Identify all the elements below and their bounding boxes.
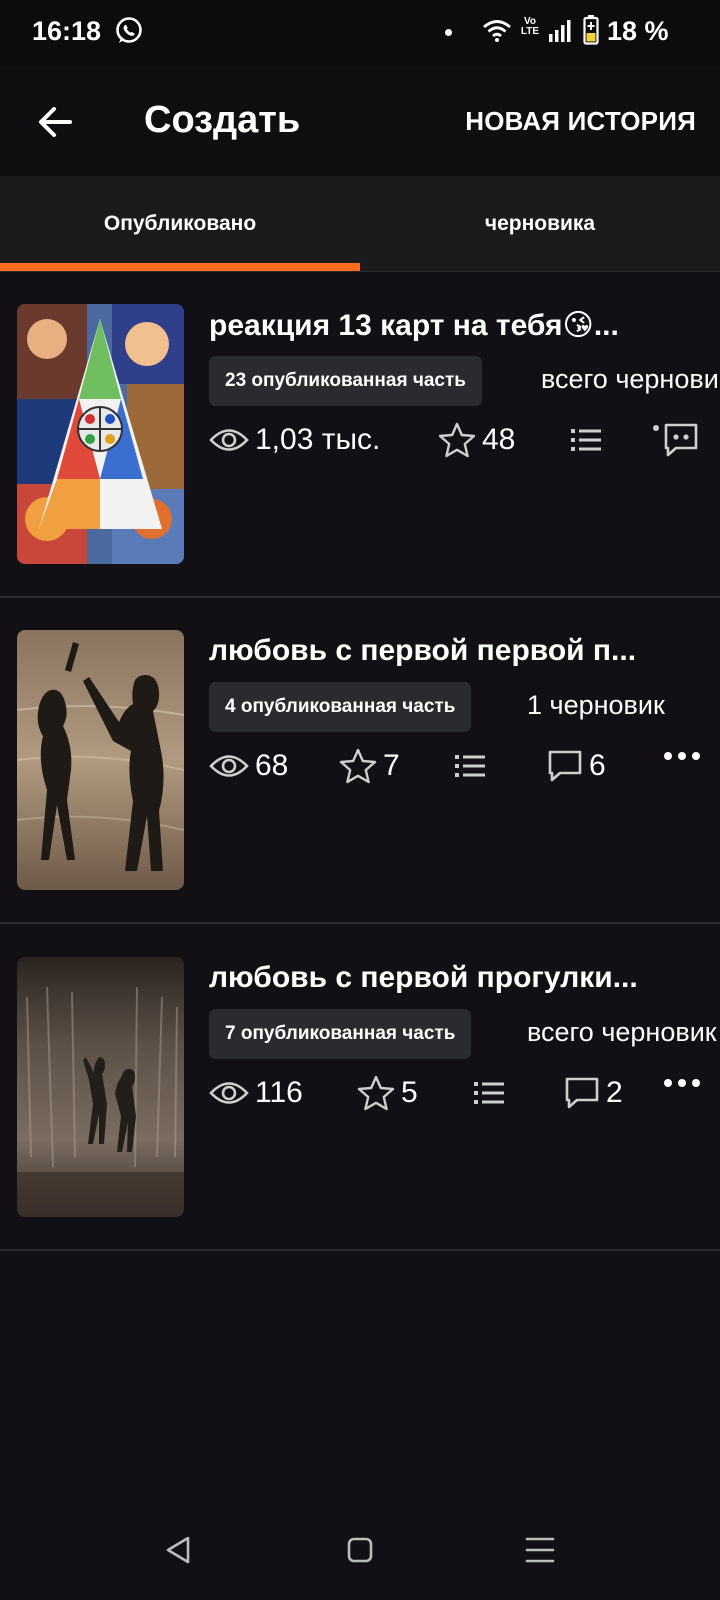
volte-bottom-label: LTE — [520, 26, 540, 37]
system-nav-bar — [0, 1500, 720, 1600]
eye-icon — [209, 429, 249, 451]
list-icon — [571, 429, 601, 451]
votes-count: 5 — [401, 1076, 418, 1109]
parts-list-button[interactable] — [570, 420, 602, 460]
back-nav-icon[interactable] — [158, 1530, 198, 1570]
battery-icon — [583, 15, 599, 45]
more-options-icon[interactable] — [662, 1075, 702, 1095]
star-icon — [339, 748, 377, 784]
volte-indicator: Vo LTE — [520, 17, 540, 37]
eye-icon — [209, 1082, 249, 1104]
story-cover-image[interactable] — [17, 304, 184, 564]
parts-list-button[interactable] — [473, 1073, 505, 1113]
home-nav-icon[interactable] — [340, 1530, 380, 1570]
drafts-count: 1 черновик — [527, 690, 665, 720]
recents-nav-icon[interactable] — [520, 1530, 560, 1570]
more-options-icon[interactable] — [662, 748, 702, 768]
star-icon — [357, 1075, 395, 1111]
active-tab-indicator — [0, 263, 360, 271]
tab-published[interactable]: Опубликовано — [0, 176, 360, 272]
comment-icon — [565, 1077, 599, 1109]
published-parts-badge: 23 опубликованная часть — [209, 356, 482, 406]
comments-count: 6 — [589, 749, 606, 782]
page-title: Создать — [144, 99, 301, 141]
app-bar: Создать НОВАЯ ИСТОРИЯ — [0, 66, 720, 176]
votes-count: 7 — [383, 749, 400, 782]
star-icon — [438, 422, 476, 458]
comment-icon — [548, 750, 582, 782]
status-bar: 16:18 Vo LTE 18 % — [0, 0, 720, 66]
wifi-icon — [483, 20, 511, 42]
comments-stat[interactable]: 6 — [547, 746, 606, 786]
story-card[interactable]: любовь с первой первой п... 4 опубликова… — [0, 598, 720, 924]
views-stat: 68 — [209, 746, 288, 786]
votes-stat: 48 — [438, 420, 515, 460]
story-title[interactable]: любовь с первой первой п... — [209, 634, 639, 668]
tab-bar: Опубликовано черновика — [0, 176, 720, 272]
votes-stat: 7 — [339, 746, 400, 786]
signal-icon — [549, 20, 571, 42]
comments-stat[interactable]: 2 — [564, 1073, 623, 1113]
drafts-count: всего черновиков — [527, 1017, 717, 1047]
published-parts-badge: 7 опубликованная часть — [209, 1009, 472, 1059]
comments-count: 2 — [606, 1076, 623, 1109]
views-stat: 1,03 тыс. — [209, 420, 380, 460]
votes-count: 48 — [482, 423, 516, 456]
notification-dot — [445, 29, 452, 36]
story-card[interactable]: любовь с первой прогулки... 7 опубликова… — [0, 925, 720, 1251]
story-card[interactable]: реакция 13 карт на тебя😘... 23 опубликов… — [0, 272, 720, 598]
parts-list-button[interactable] — [454, 746, 486, 786]
list-icon — [474, 1082, 504, 1104]
views-count: 68 — [255, 749, 289, 782]
story-cover-image[interactable] — [17, 630, 184, 890]
whatsapp-icon — [116, 17, 142, 43]
tab-drafts[interactable]: черновика — [360, 176, 720, 272]
views-count: 1,03 тыс. — [255, 423, 381, 456]
status-time: 16:18 — [32, 16, 102, 46]
drafts-count: всего черновиков — [541, 364, 720, 394]
views-count: 116 — [255, 1076, 303, 1109]
story-title[interactable]: любовь с первой прогулки... — [209, 961, 639, 995]
list-icon — [455, 755, 485, 777]
eye-icon — [209, 755, 249, 777]
battery-percent: 18 % — [607, 16, 669, 46]
published-parts-badge: 4 опубликованная часть — [209, 682, 472, 732]
arrow-left-icon[interactable] — [30, 96, 82, 148]
story-cover-image[interactable] — [17, 957, 184, 1217]
views-stat: 116 — [209, 1073, 303, 1113]
story-title[interactable]: реакция 13 карт на тебя😘... — [209, 308, 639, 343]
comments-stat[interactable] — [652, 420, 706, 460]
comment-icon — [653, 423, 698, 457]
votes-stat: 5 — [357, 1073, 418, 1113]
new-story-button[interactable]: НОВАЯ ИСТОРИЯ — [465, 106, 696, 137]
